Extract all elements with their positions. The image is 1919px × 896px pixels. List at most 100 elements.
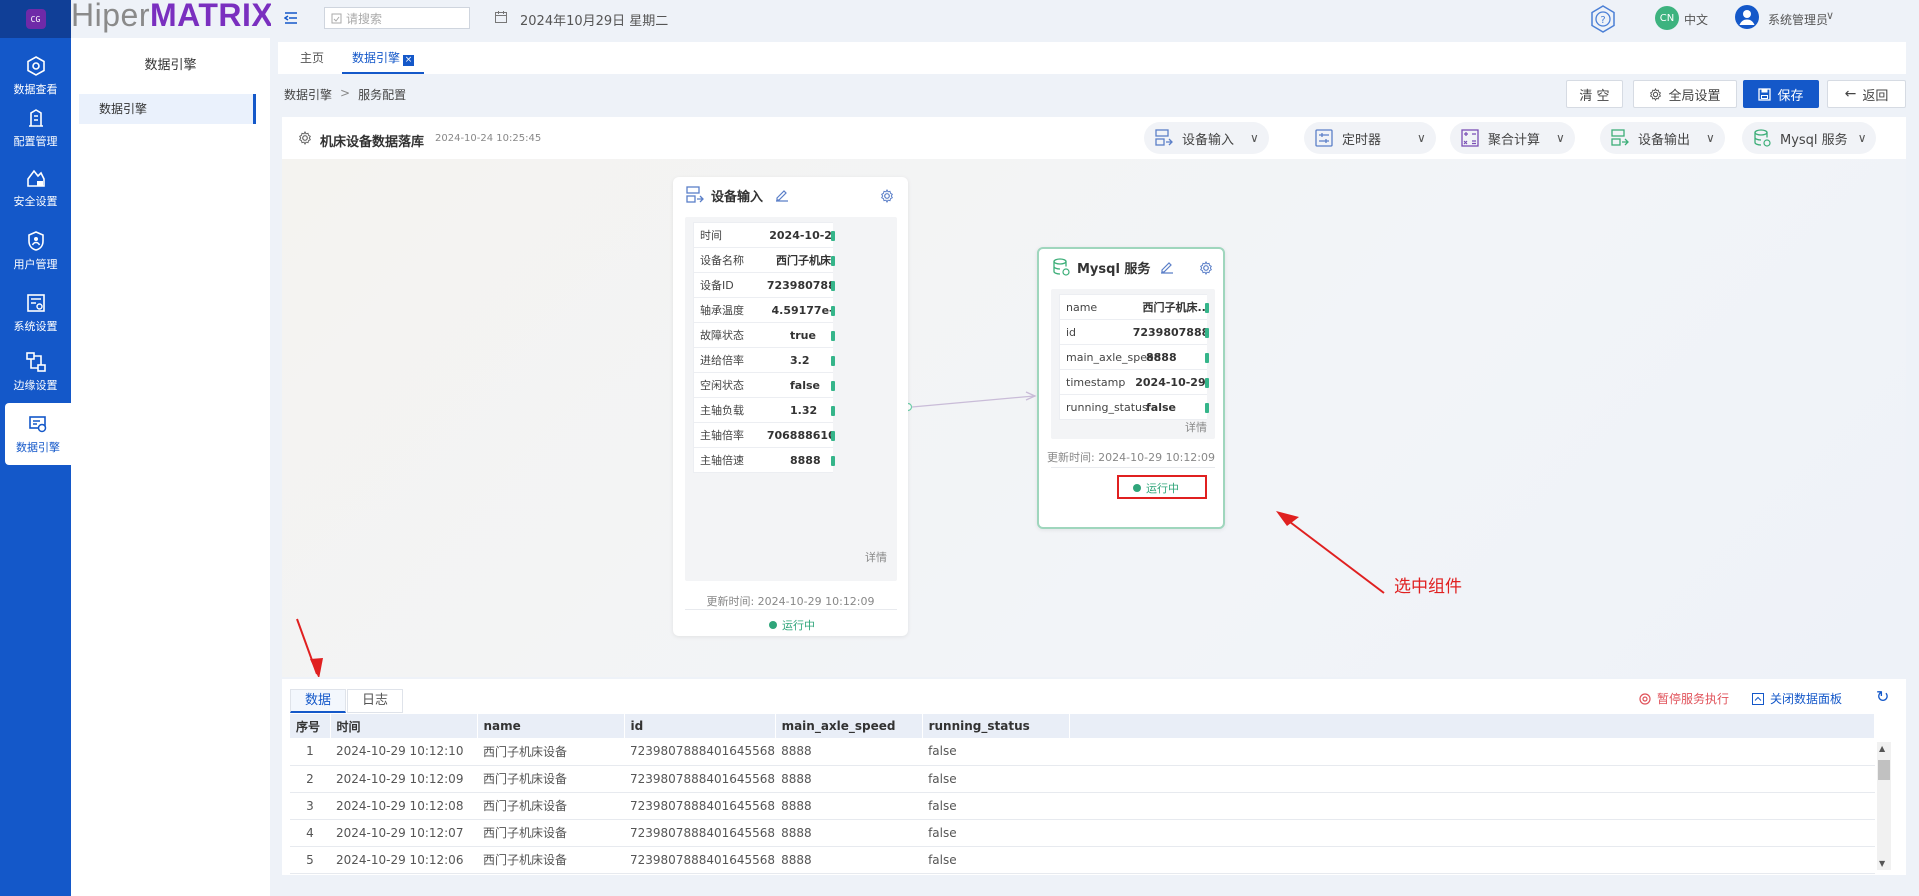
back-button[interactable]: ← 返回 [1827, 80, 1906, 108]
nav-item-label: 数据查看 [13, 83, 58, 96]
gear-icon [1650, 87, 1662, 101]
data-table: 序号 时间 name id main_axle_speed running_status … [290, 714, 1876, 874]
nav-item-label: 数据引擎 [16, 441, 60, 454]
table-row[interactable]: 2 2024-10-29 10:12:09 西门子机床设备 7239807888401… [290, 765, 1875, 793]
global-settings-button[interactable]: 全局设置 [1633, 80, 1737, 108]
table-cell: 2024-10-29 10:12:09 [330, 765, 477, 793]
chevron-down-icon: ∨ [1857, 131, 1867, 145]
nav-item-5[interactable]: 系统设置 [0, 282, 71, 344]
toolbar-device-input[interactable]: 设备输入 ∨ [1144, 122, 1269, 154]
scroll-down-icon[interactable]: ▼ [1879, 859, 1885, 868]
flow-canvas[interactable]: 设备输入 时间2024-10-29...设备名称西门子机床...设备ID7239… [282, 159, 1906, 677]
table-cell: 2 [290, 765, 330, 793]
chevron-down-icon: ∨ [1250, 131, 1259, 145]
table-cell: 2024-10-29 10:12:08 [330, 792, 477, 820]
table-cell: 西门子机床设备 [477, 792, 624, 820]
chevron-down-icon: ∨ [1706, 131, 1715, 145]
table-cell: 4 [290, 819, 330, 847]
column-header[interactable]: name [477, 714, 625, 738]
app-logo[interactable]: CG [0, 0, 71, 38]
save-icon [1758, 87, 1772, 101]
table-cell: false [922, 819, 1070, 847]
top-header: 请搜索 2024年10月29日 星期二 ? CN 中文 系统管理员 ∨ [270, 0, 1919, 38]
toolbar-timer[interactable]: 定时器 ∨ [1304, 122, 1436, 154]
breadcrumb-root[interactable]: 数据引擎 [284, 86, 332, 103]
search-input[interactable]: 请搜索 [324, 7, 470, 29]
table-cell: 7239807888401645568 [624, 765, 776, 793]
column-header[interactable]: 序号 [290, 714, 331, 738]
close-data-panel-button[interactable]: 关闭数据面板 [1752, 690, 1842, 707]
toolbar-mysql-service[interactable]: Mysql 服务 ∨ [1742, 122, 1877, 154]
tab-home[interactable]: 主页 [290, 42, 334, 74]
edge-icon [25, 352, 46, 372]
clear-button[interactable]: 清 空 [1566, 80, 1623, 108]
timer-icon [1315, 129, 1333, 147]
language-label[interactable]: 中文 [1684, 11, 1708, 28]
refresh-icon[interactable]: ↻ [1876, 687, 1889, 706]
column-header[interactable]: main_axle_speed [775, 714, 923, 738]
table-cell: false [922, 846, 1070, 874]
table-cell: 8888 [775, 765, 923, 793]
scroll-up-icon[interactable]: ▲ [1879, 744, 1885, 753]
table-row[interactable]: 4 2024-10-29 10:12:07 西门子机床设备 7239807888401… [290, 819, 1875, 847]
search-placeholder: 请搜索 [346, 11, 383, 26]
nav-item-label: 配置管理 [13, 135, 58, 148]
sub-sidebar-item-data-engine[interactable]: 数据引擎 [79, 94, 256, 124]
table-scrollbar[interactable]: ▲ ▼ [1877, 742, 1891, 870]
user-menu-chevron-icon[interactable]: ∨ [1826, 9, 1834, 22]
table-cell: 8888 [775, 819, 923, 847]
table-row[interactable]: 1 2024-10-29 10:12:10 西门子机床设备 7239807888401… [290, 738, 1875, 766]
table-cell: 西门子机床设备 [477, 765, 624, 793]
user-name[interactable]: 系统管理员 [1768, 11, 1828, 28]
left-nav: CG 数据查看配置管理安全设置用户管理系统设置边缘设置数据引擎 [0, 0, 71, 896]
arrow-left-icon: ← [1844, 86, 1857, 102]
table-cell: 1 [290, 738, 330, 766]
table-cell: false [922, 765, 1070, 793]
tab-data-engine[interactable]: 数据引擎 × [342, 42, 425, 74]
sub-sidebar-title: 数据引擎 [144, 58, 197, 73]
nav-item-2[interactable]: 配置管理 [0, 97, 71, 159]
header-date: 2024年10月29日 星期二 [520, 14, 669, 29]
save-button[interactable]: 保存 [1743, 80, 1819, 108]
table-cell: 2024-10-29 10:12:07 [330, 819, 477, 847]
nav-item-label: 系统设置 [13, 320, 58, 333]
data-view-icon [26, 56, 45, 76]
language-badge[interactable]: CN [1655, 6, 1679, 30]
table-cell: 8888 [775, 738, 923, 766]
scroll-thumb[interactable] [1878, 760, 1890, 780]
breadcrumb-current: 服务配置 [358, 88, 407, 102]
svg-text:?: ? [1600, 15, 1605, 26]
pause-icon [1639, 692, 1651, 705]
pause-service-button[interactable]: 暂停服务执行 [1639, 690, 1729, 707]
nav-item-label: 边缘设置 [13, 379, 58, 392]
nav-item-6[interactable]: 边缘设置 [0, 341, 71, 403]
nav-item-3[interactable]: 安全设置 [0, 157, 71, 219]
table-cell: false [922, 738, 1070, 766]
config-icon [28, 109, 43, 127]
toolbar-aggregate[interactable]: 聚合计算 ∨ [1450, 122, 1575, 154]
column-header[interactable]: running_status [922, 714, 1070, 738]
calendar-icon [494, 10, 508, 27]
nav-item-7[interactable]: 数据引擎 [5, 403, 71, 465]
table-row[interactable]: 5 2024-10-29 10:12:06 西门子机床设备 7239807888401… [290, 846, 1875, 874]
nav-item-label: 安全设置 [13, 195, 58, 208]
user-avatar-icon[interactable] [1734, 4, 1760, 33]
annotation-arrows [296, 511, 1385, 677]
column-header[interactable]: id [624, 714, 776, 738]
user-shield-icon [27, 231, 44, 251]
annotation-selected-component: 选中组件 [1394, 577, 1462, 597]
toolbar-device-output[interactable]: 设备输出 ∨ [1600, 122, 1725, 154]
tab-close-icon[interactable]: × [403, 55, 415, 66]
help-icon[interactable]: ? [1588, 4, 1618, 37]
system-settings-icon [26, 294, 45, 312]
panel-tab-log[interactable]: 日志 [347, 689, 404, 713]
table-row[interactable]: 3 2024-10-29 10:12:08 西门子机床设备 7239807888401… [290, 792, 1875, 820]
column-header[interactable]: 时间 [330, 714, 478, 738]
brand-wordmark: HiperMATRIX [71, 0, 271, 33]
data-engine-icon [29, 416, 47, 433]
panel-tab-data[interactable]: 数据 [290, 689, 347, 713]
service-settings-icon[interactable] [298, 130, 312, 148]
collapse-menu-icon[interactable] [283, 11, 298, 28]
page-tabs: 主页 数据引擎 × [278, 42, 1906, 74]
nav-item-4[interactable]: 用户管理 [0, 220, 71, 282]
